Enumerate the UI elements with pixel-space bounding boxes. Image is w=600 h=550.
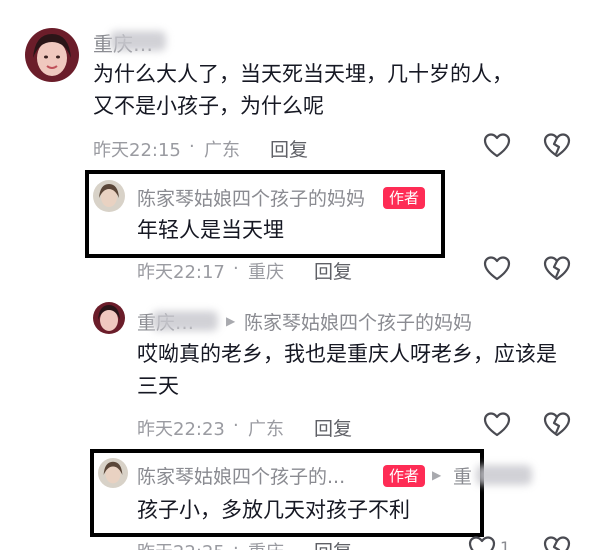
reply-to-username[interactable]: 重 <box>453 462 472 489</box>
author-badge: 作者 <box>383 187 426 209</box>
separator-dot: · <box>189 136 195 157</box>
reply-button[interactable]: 回复 <box>314 537 352 550</box>
comment-time: 昨天22:15 <box>93 140 181 161</box>
reply-button[interactable]: 回复 <box>270 135 308 162</box>
comment-text: 年轻人是当天埋 <box>137 218 284 242</box>
reply-button[interactable]: 回复 <box>314 414 352 441</box>
broken-heart-icon[interactable] <box>543 536 571 550</box>
blurred-username <box>476 465 532 485</box>
like-count: 1 <box>500 538 511 550</box>
separator-dot: · <box>233 538 239 550</box>
blurred-username <box>110 31 166 51</box>
author-badge: 作者 <box>383 465 426 487</box>
heart-outline-icon[interactable] <box>468 536 496 550</box>
comment-text: 孩子小，多放几天对孩子不利 <box>137 498 410 522</box>
avatar[interactable] <box>25 28 79 82</box>
avatar[interactable] <box>98 458 128 488</box>
broken-heart-icon[interactable] <box>543 133 571 159</box>
comment-text: 哎呦真的老乡，我也是重庆人呀老乡，应该是三天 <box>137 342 557 398</box>
reply-arrow-icon: ▶ <box>432 468 442 482</box>
avatar[interactable] <box>93 180 125 212</box>
broken-heart-icon[interactable] <box>543 256 571 282</box>
avatar[interactable] <box>93 302 125 334</box>
comment-username[interactable]: 陈家琴姑娘四个孩子的妈妈 <box>137 184 365 211</box>
heart-outline-icon[interactable] <box>483 256 511 282</box>
comment-location: 广东 <box>204 140 240 161</box>
separator-dot: · <box>233 258 239 279</box>
comment-location: 重庆 <box>248 262 284 283</box>
heart-outline-icon[interactable] <box>483 133 511 159</box>
comment-location: 广东 <box>248 419 284 440</box>
comment-time: 昨天22:17 <box>137 262 225 283</box>
separator-dot: · <box>233 415 239 436</box>
comment-time: 昨天22:23 <box>137 419 225 440</box>
heart-outline-icon[interactable] <box>483 412 511 438</box>
blurred-username <box>152 311 218 331</box>
comment-text: 为什么大人了，当天死当天埋，几十岁的人，又不是小孩子，为什么呢 <box>93 62 513 118</box>
reply-to-username[interactable]: 陈家琴姑娘四个孩子的妈妈 <box>244 308 472 335</box>
comment-username[interactable]: 陈家琴姑娘四个孩子的... <box>137 462 345 489</box>
comment-time: 昨天22:25 <box>137 538 225 550</box>
reply-button[interactable]: 回复 <box>314 257 352 284</box>
comment-location: 重庆 <box>248 538 284 550</box>
broken-heart-icon[interactable] <box>543 412 571 438</box>
reply-arrow-icon: ▶ <box>226 314 236 328</box>
